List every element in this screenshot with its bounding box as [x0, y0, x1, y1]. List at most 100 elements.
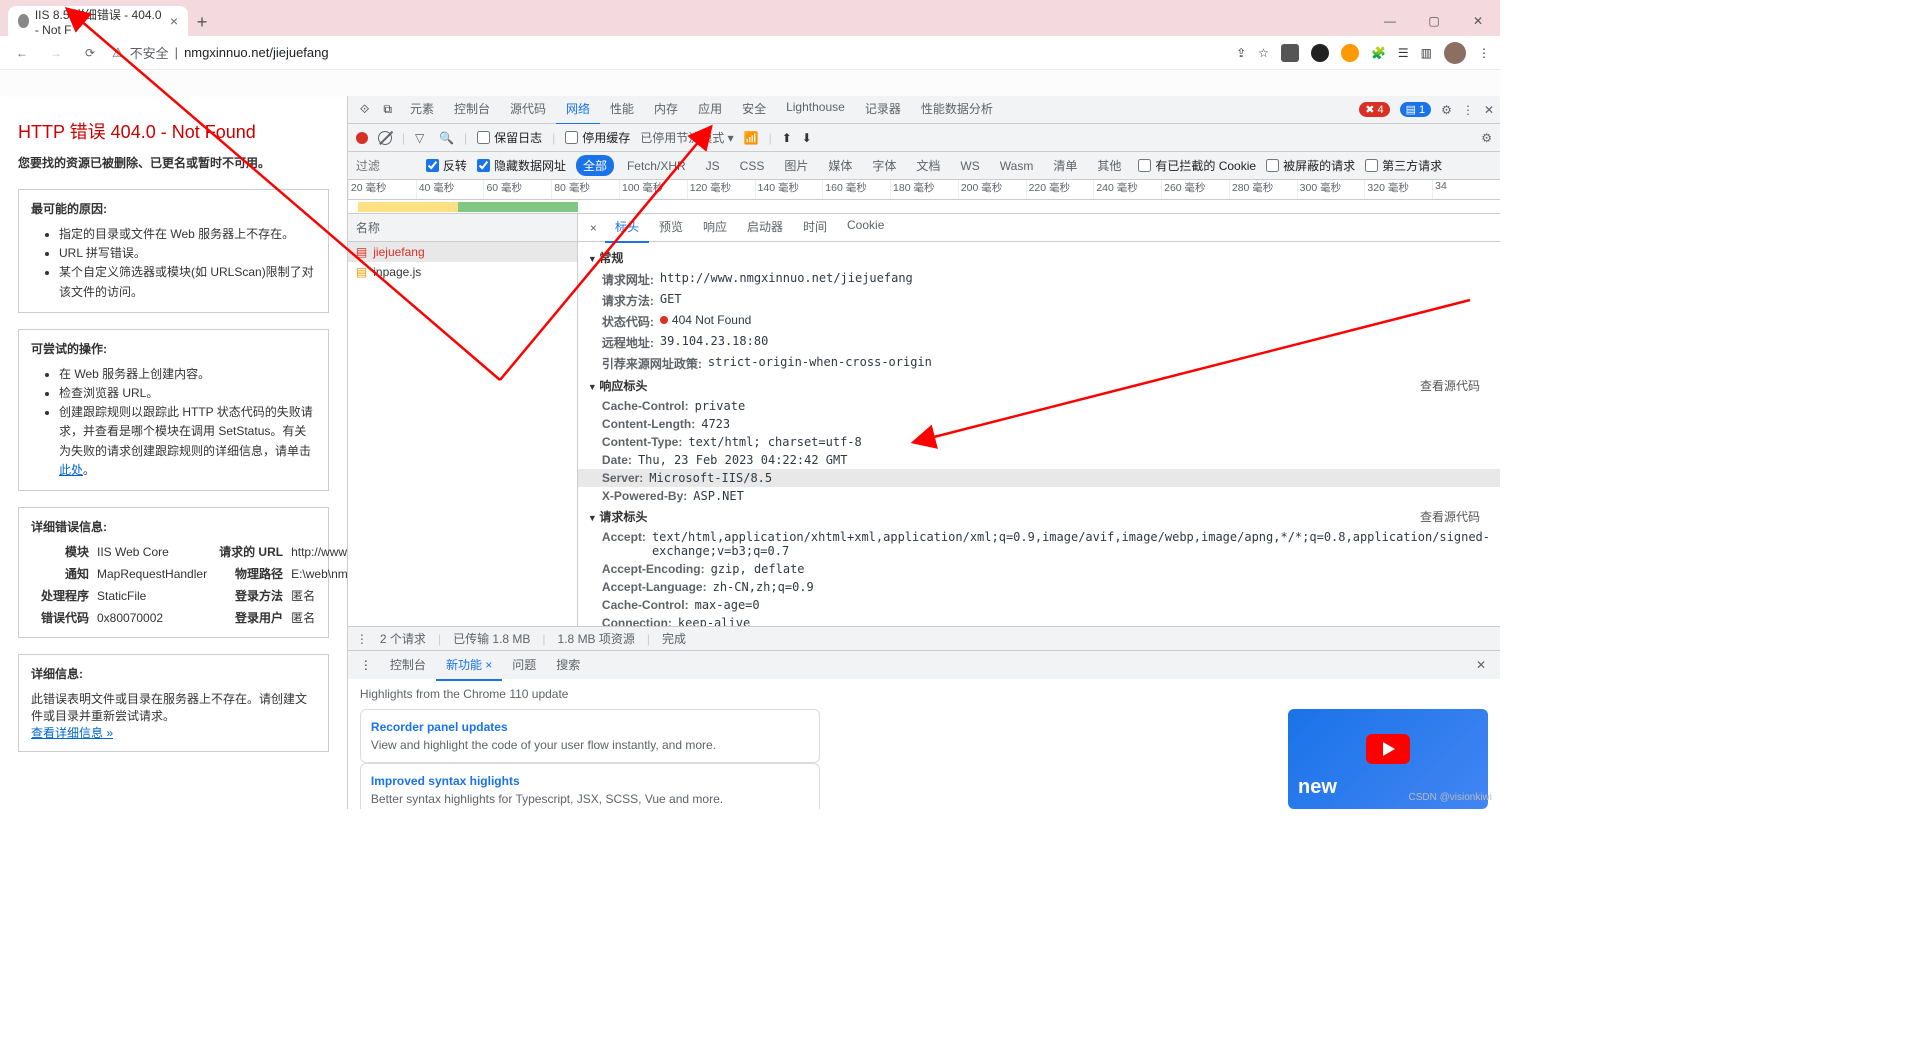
try-item: 检查浏览器 URL。: [59, 384, 316, 403]
tab-应用[interactable]: 应用: [688, 94, 732, 125]
settings-icon[interactable]: ⚙: [1441, 103, 1452, 117]
drawer-tab[interactable]: 搜索: [546, 650, 590, 681]
maximize-icon[interactable]: ▢: [1412, 6, 1456, 36]
extension-icon[interactable]: [1341, 44, 1359, 62]
extension-icon[interactable]: [1281, 44, 1299, 62]
bookmark-icon[interactable]: ☆: [1258, 46, 1269, 60]
close-tab-icon[interactable]: ×: [170, 13, 178, 29]
tab-安全[interactable]: 安全: [732, 94, 776, 125]
preserve-log-checkbox[interactable]: 保留日志: [477, 129, 542, 146]
filter-input[interactable]: [356, 159, 416, 173]
inspect-icon[interactable]: ⟐: [354, 102, 375, 117]
view-source-link[interactable]: 查看源代码: [1420, 508, 1480, 525]
network-settings-icon[interactable]: ⚙: [1481, 131, 1492, 145]
detail-tab[interactable]: 时间: [793, 214, 837, 243]
blocked-requests-checkbox[interactable]: 被屏蔽的请求: [1266, 157, 1355, 174]
here-link[interactable]: 此处: [59, 463, 83, 477]
close-window-icon[interactable]: ✕: [1456, 6, 1500, 36]
tab-Lighthouse[interactable]: Lighthouse: [776, 94, 855, 125]
type-filter[interactable]: Fetch/XHR: [620, 157, 693, 175]
close-devtools-icon[interactable]: ✕: [1484, 103, 1494, 117]
side-panel-icon[interactable]: ▥: [1421, 46, 1432, 60]
timeline-ruler[interactable]: 20 毫秒40 毫秒60 毫秒80 毫秒100 毫秒120 毫秒140 毫秒16…: [348, 180, 1500, 200]
type-filter[interactable]: 清单: [1046, 155, 1084, 176]
clear-icon[interactable]: [378, 131, 392, 145]
name-column-header[interactable]: 名称: [348, 214, 577, 242]
blocked-cookies-checkbox[interactable]: 有已拦截的 Cookie: [1138, 157, 1256, 174]
third-party-checkbox[interactable]: 第三方请求: [1365, 157, 1442, 174]
type-filter[interactable]: 媒体: [821, 155, 859, 176]
extension-icon[interactable]: [1311, 44, 1329, 62]
tab-性能数据分析[interactable]: 性能数据分析: [911, 94, 1003, 125]
throttle-select[interactable]: 已停用节流模式 ▾: [640, 129, 733, 146]
type-filter[interactable]: CSS: [733, 157, 772, 175]
request-row[interactable]: ▤inpage.js: [348, 262, 577, 282]
record-icon[interactable]: [356, 132, 368, 144]
type-filter[interactable]: JS: [699, 157, 727, 175]
download-icon[interactable]: ⬇: [802, 131, 812, 145]
type-filter[interactable]: Wasm: [993, 157, 1041, 175]
type-filter[interactable]: 文档: [909, 155, 947, 176]
detail-tab[interactable]: 预览: [649, 214, 693, 243]
hide-data-checkbox[interactable]: 隐藏数据网址: [477, 157, 566, 174]
drawer-tab[interactable]: 新功能 ×: [436, 650, 502, 681]
tab-记录器[interactable]: 记录器: [855, 94, 911, 125]
view-source-link[interactable]: 查看源代码: [1420, 377, 1480, 394]
whatsnew-card[interactable]: Recorder panel updatesView and highlight…: [360, 709, 820, 763]
filter-icon[interactable]: ▽: [415, 131, 429, 145]
close-details-icon[interactable]: ×: [584, 221, 603, 235]
wifi-icon[interactable]: 📶: [744, 131, 759, 145]
insecure-label: 不安全: [130, 43, 169, 62]
type-filter[interactable]: WS: [953, 157, 986, 175]
type-filter[interactable]: 其他: [1090, 155, 1128, 176]
detail-tabs: × 标头预览响应启动器时间Cookie: [578, 214, 1500, 242]
error-badge[interactable]: ✖ 4: [1359, 102, 1389, 117]
device-icon[interactable]: ⧉: [377, 102, 398, 117]
profile-avatar[interactable]: [1444, 42, 1466, 64]
menu-icon[interactable]: ⋮: [1478, 46, 1490, 60]
detail-tab[interactable]: 标头: [605, 214, 649, 243]
minimize-icon[interactable]: —: [1368, 6, 1412, 36]
tab-内存[interactable]: 内存: [644, 94, 688, 125]
detail-tab[interactable]: Cookie: [837, 214, 894, 243]
reload-icon[interactable]: ⟳: [78, 41, 102, 65]
js-icon: ▤: [356, 265, 367, 279]
type-filter[interactable]: 全部: [576, 155, 614, 176]
type-filter[interactable]: 字体: [865, 155, 903, 176]
tab-控制台[interactable]: 控制台: [444, 94, 500, 125]
timeline-overview[interactable]: [348, 200, 1500, 214]
reading-list-icon[interactable]: ☰: [1398, 46, 1409, 60]
tab-源代码[interactable]: 源代码: [500, 94, 556, 125]
detail-tab[interactable]: 响应: [693, 214, 737, 243]
share-icon[interactable]: ⇪: [1236, 46, 1246, 60]
detail-tab[interactable]: 启动器: [737, 214, 793, 243]
finish-label: 完成: [662, 630, 686, 647]
drawer-tab[interactable]: 问题: [502, 650, 546, 681]
close-drawer-icon[interactable]: ✕: [1468, 658, 1494, 672]
info-badge[interactable]: ▤ 1: [1400, 102, 1432, 117]
request-headers-section[interactable]: 请求标头查看源代码: [578, 505, 1500, 528]
response-headers-section[interactable]: 响应标头查看源代码: [578, 374, 1500, 397]
forward-icon[interactable]: →: [44, 41, 68, 65]
invert-checkbox[interactable]: 反转: [426, 157, 467, 174]
transferred-size: 已传输 1.8 MB: [453, 630, 530, 647]
extensions-icon[interactable]: 🧩: [1371, 46, 1386, 60]
drawer-tab[interactable]: 控制台: [380, 650, 436, 681]
request-row[interactable]: ▤jiejuefang: [348, 242, 577, 262]
whatsnew-card[interactable]: Improved syntax higlightsBetter syntax h…: [360, 763, 820, 809]
back-icon[interactable]: ←: [10, 41, 34, 65]
type-filter[interactable]: 图片: [777, 155, 815, 176]
more-link[interactable]: 查看详细信息 »: [31, 726, 113, 740]
tab-元素[interactable]: 元素: [400, 94, 444, 125]
url-display[interactable]: ⚠ 不安全 | nmgxinnuo.net/jiejuefang: [112, 43, 329, 62]
tab-网络[interactable]: 网络: [556, 94, 600, 125]
upload-icon[interactable]: ⬆: [782, 131, 792, 145]
disable-cache-checkbox[interactable]: 停用缓存: [565, 129, 630, 146]
general-section[interactable]: 常规: [578, 246, 1500, 269]
tab-性能[interactable]: 性能: [600, 94, 644, 125]
search-icon[interactable]: 🔍: [439, 131, 454, 145]
more-icon[interactable]: ⋮: [1462, 103, 1474, 117]
more-heading: 详细信息:: [31, 665, 316, 682]
browser-tab[interactable]: IIS 8.5 详细错误 - 404.0 - Not F ×: [8, 6, 188, 36]
new-tab-button[interactable]: +: [188, 8, 216, 36]
